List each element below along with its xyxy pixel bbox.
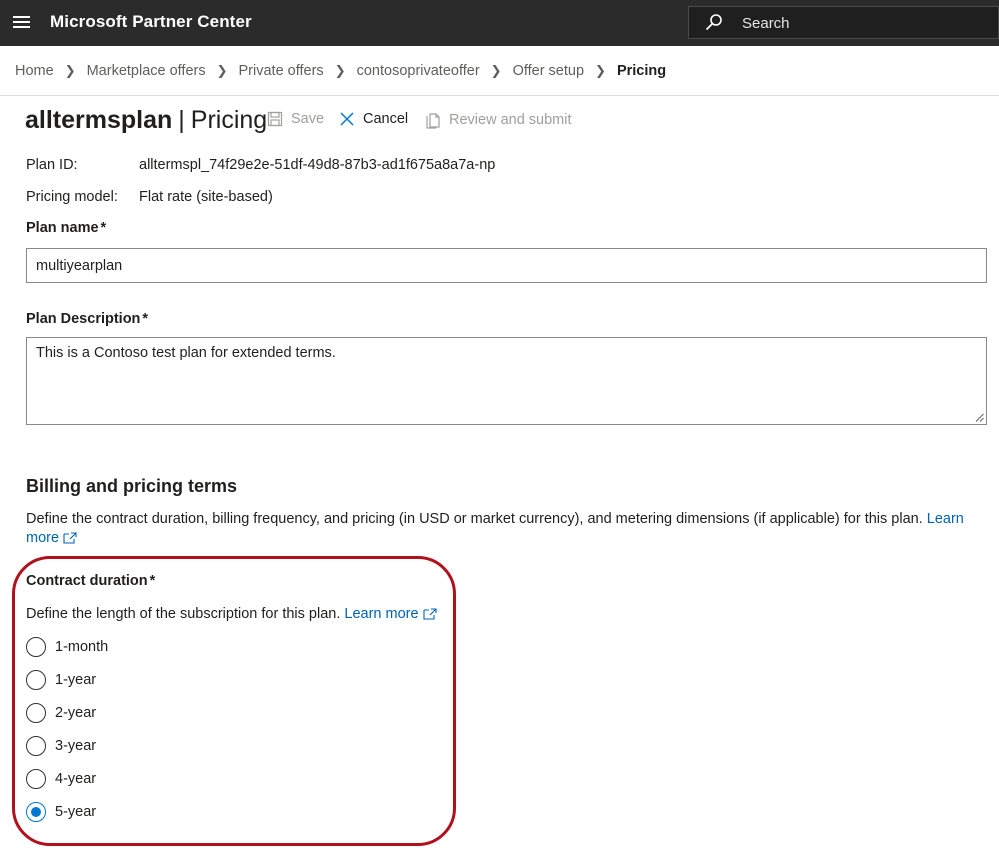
chevron-right-icon: ❯ [595, 63, 606, 78]
chevron-right-icon: ❯ [334, 63, 346, 78]
radio-1-year[interactable]: 1-year [26, 670, 96, 690]
radio-label: 4-year [55, 771, 97, 787]
plan-description-label-text: Plan Description [26, 311, 141, 327]
search-input[interactable]: Search [688, 6, 999, 39]
pricing-model-value: Flat rate (site-based) [139, 189, 273, 205]
billing-heading: Billing and pricing terms [26, 476, 238, 496]
learn-more-text: Learn [926, 511, 964, 527]
radio-5-year[interactable]: 5-year [26, 802, 96, 822]
plan-name-label: Plan name * [26, 220, 106, 236]
hamburger-icon[interactable] [13, 16, 30, 29]
plan-name-label-text: Plan name [26, 220, 99, 236]
learn-more-text: more [26, 530, 60, 546]
billing-description: Define the contract duration, billing fr… [26, 510, 976, 548]
radio-2-year[interactable]: 2-year [26, 703, 96, 723]
radio-button[interactable] [26, 703, 46, 723]
chevron-right-icon: ❯ [490, 63, 502, 78]
chevron-right-icon: ❯ [64, 63, 76, 78]
breadcrumb-marketplace-offers[interactable]: Marketplace offers [87, 63, 206, 79]
cancel-label: Cancel [363, 111, 409, 127]
learn-more-text: Learn more [344, 606, 419, 622]
search-icon [706, 14, 722, 30]
radio-button[interactable] [26, 637, 46, 657]
pricing-model-label: Pricing model: [26, 189, 118, 205]
plan-description-textarea[interactable]: This is a Contoso test plan for extended… [26, 337, 987, 425]
breadcrumb-home[interactable]: Home [15, 63, 54, 79]
radio-button[interactable] [26, 769, 46, 789]
radio-3-year[interactable]: 3-year [26, 736, 96, 756]
page-title: alltermsplan | Pricing [25, 106, 267, 135]
radio-1-month[interactable]: 1-month [26, 637, 108, 657]
resize-grip-icon[interactable] [975, 413, 984, 422]
contract-duration-label-text: Contract duration [26, 573, 148, 589]
close-icon [340, 112, 354, 126]
breadcrumb: Home ❯ Marketplace offers ❯ Private offe… [0, 46, 999, 96]
title-separator: | [178, 106, 185, 134]
contract-description-text: Define the length of the subscription fo… [26, 606, 341, 622]
plan-description-value: This is a Contoso test plan for extended… [36, 345, 336, 361]
plan-name-value: multiyearplan [36, 258, 123, 274]
save-label: Save [291, 111, 325, 127]
review-label: Review and submit [449, 112, 572, 128]
radio-label: 2-year [55, 705, 97, 721]
plan-id-label: Plan ID: [26, 157, 78, 173]
contract-duration-label: Contract duration * [26, 573, 155, 589]
radio-button-selected[interactable] [26, 802, 46, 822]
radio-label: 1-year [55, 672, 97, 688]
plan-title: alltermsplan [25, 106, 173, 134]
external-link-icon [63, 532, 77, 544]
radio-button[interactable] [26, 670, 46, 690]
save-icon [267, 111, 283, 127]
chevron-right-icon: ❯ [216, 63, 228, 78]
breadcrumb-private-offers[interactable]: Private offers [239, 63, 324, 79]
required-marker: * [100, 220, 107, 236]
plan-id-value: alltermspl_74f29e2e-51df-49d8-87b3-ad1f6… [139, 157, 496, 173]
contract-learn-more-link[interactable]: Learn more [344, 606, 437, 622]
plan-description-label: Plan Description * [26, 311, 148, 327]
top-bar: Microsoft Partner Center Search [0, 0, 999, 46]
breadcrumb-offer-setup[interactable]: Offer setup [513, 63, 584, 79]
search-placeholder: Search [742, 15, 790, 32]
document-icon [426, 113, 440, 129]
breadcrumb-offer-name[interactable]: contosoprivateoffer [357, 63, 480, 79]
contract-duration-description: Define the length of the subscription fo… [26, 606, 437, 622]
section-title: Pricing [190, 106, 268, 134]
radio-button[interactable] [26, 736, 46, 756]
radio-label: 3-year [55, 738, 97, 754]
app-title[interactable]: Microsoft Partner Center [50, 12, 252, 32]
plan-name-input[interactable]: multiyearplan [26, 248, 987, 283]
breadcrumb-pricing: Pricing [616, 63, 667, 79]
required-marker: * [142, 311, 149, 327]
cancel-button[interactable]: Cancel [339, 111, 408, 127]
required-marker: * [149, 573, 156, 589]
radio-label: 5-year [55, 804, 97, 820]
radio-label: 1-month [55, 639, 109, 655]
radio-4-year[interactable]: 4-year [26, 769, 96, 789]
billing-description-text: Define the contract duration, billing fr… [26, 511, 923, 527]
save-button[interactable]: Save [267, 111, 324, 127]
review-and-submit-button[interactable]: Review and submit [425, 111, 572, 129]
external-link-icon [422, 608, 437, 620]
